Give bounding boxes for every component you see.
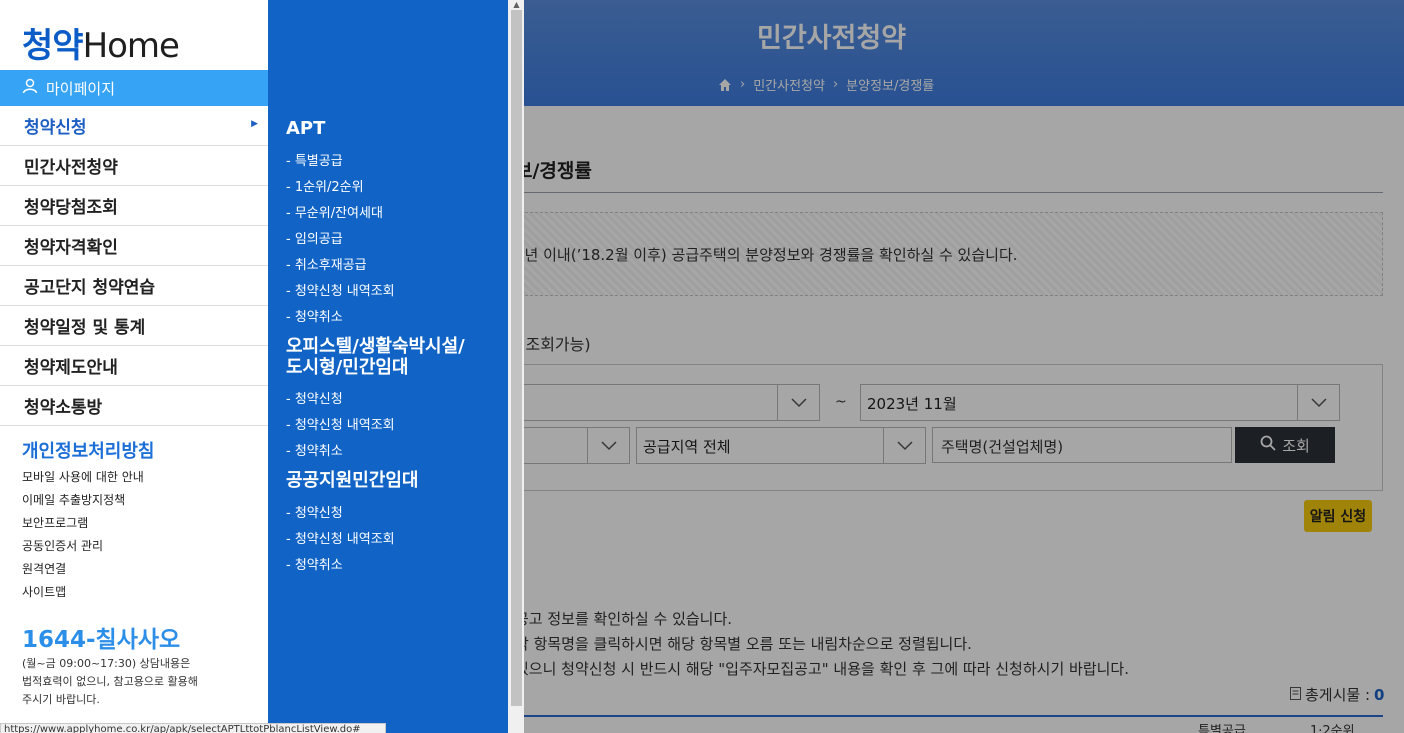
submenu-item[interactable]: - 청약신청 <box>286 502 343 521</box>
menu-item-label: 청약제도안내 <box>24 358 118 378</box>
menu-item-label: 청약신청 <box>24 118 87 138</box>
side-menu: 청약Home 마이페이지 청약신청 ▶ 민간사전청약 청약당첨조회 청약자격확인… <box>0 0 268 733</box>
call-center-hours: (월~금 09:00~17:30) 상담내용은 법적효력이 없으니, 참고용으로… <box>22 655 262 709</box>
menu-item-eligibility[interactable]: 청약자격확인 <box>0 226 268 266</box>
privacy-policy-link[interactable]: 개인정보처리방침 <box>22 437 154 463</box>
scrollbar-thumb[interactable] <box>511 10 522 706</box>
menu-item-label: 청약당첨조회 <box>24 198 118 218</box>
submenu-item[interactable]: - 청약신청 내역조회 <box>286 280 395 299</box>
menu-item-presale[interactable]: 민간사전청약 <box>0 146 268 186</box>
mypage-link[interactable]: 마이페이지 <box>0 70 268 106</box>
submenu-item[interactable]: - 취소후재공급 <box>286 254 367 273</box>
submenu-heading-public-rental[interactable]: 공공지원민간임대 <box>286 470 418 491</box>
scroll-up-arrow-icon[interactable]: ▲ <box>511 0 522 9</box>
menu-item-label: 청약자격확인 <box>24 238 118 258</box>
hours-line: (월~금 09:00~17:30) 상담내용은 <box>22 657 191 670</box>
submenu-item[interactable]: - 1순위/2순위 <box>286 176 364 195</box>
menu-item-label: 청약일정 및 통계 <box>24 318 146 338</box>
submenu-item[interactable]: - 청약신청 내역조회 <box>286 528 395 547</box>
submenu-heading-line: 도시형/민간임대 <box>286 357 409 378</box>
menu-item-practice[interactable]: 공고단지 청약연습 <box>0 266 268 306</box>
submenu-item[interactable]: - 무순위/잔여세대 <box>286 202 383 221</box>
footer-link[interactable]: 이메일 추출방지정책 <box>22 491 125 508</box>
logo-text-prefix: 청약 <box>22 26 84 66</box>
call-center-phone: 1644-칠사사오 <box>22 627 181 653</box>
menu-item-label: 공고단지 청약연습 <box>24 278 156 298</box>
submenu-item[interactable]: - 청약취소 <box>286 554 343 573</box>
hours-line: 법적효력이 없으니, 참고용으로 활용해 <box>22 675 198 688</box>
submenu-item[interactable]: - 임의공급 <box>286 228 343 247</box>
footer-link[interactable]: 모바일 사용에 대한 안내 <box>22 468 144 485</box>
menu-item-community[interactable]: 청약소통방 <box>0 386 268 426</box>
submenu-heading-officetel[interactable]: 오피스텔/생활숙박시설/ 도시형/민간임대 <box>286 336 465 378</box>
footer-link[interactable]: 사이트맵 <box>22 583 66 600</box>
menu-item-schedule[interactable]: 청약일정 및 통계 <box>0 306 268 346</box>
menu-item-label: 청약소통방 <box>24 398 103 418</box>
submenu-item[interactable]: - 특별공급 <box>286 150 343 169</box>
menu-item-apply[interactable]: 청약신청 ▶ <box>0 106 268 146</box>
footer-link[interactable]: 보안프로그램 <box>22 514 88 531</box>
hours-line: 주시기 바랍니다. <box>22 693 100 706</box>
submenu-item[interactable]: - 청약신청 내역조회 <box>286 414 395 433</box>
submenu-heading-apt[interactable]: APT <box>286 118 325 139</box>
menu-item-guide[interactable]: 청약제도안내 <box>0 346 268 386</box>
user-icon <box>22 78 38 98</box>
menu-item-label: 민간사전청약 <box>24 158 118 178</box>
submenu-item[interactable]: - 청약신청 <box>286 388 343 407</box>
footer-link[interactable]: 원격연결 <box>22 560 66 577</box>
caret-right-icon: ▶ <box>251 119 258 129</box>
logo-text-suffix: Home <box>82 26 180 66</box>
submenu-heading-line: 오피스텔/생활숙박시설/ <box>286 336 465 357</box>
status-bar-url: https://www.applyhome.co.kr/ap/apk/selec… <box>0 723 386 733</box>
submenu-item[interactable]: - 청약취소 <box>286 440 343 459</box>
footer-link[interactable]: 공동인증서 관리 <box>22 537 103 554</box>
submenu-item[interactable]: - 청약취소 <box>286 306 343 325</box>
mypage-label: 마이페이지 <box>46 79 116 98</box>
site-logo[interactable]: 청약Home <box>22 18 180 67</box>
menu-item-winner-check[interactable]: 청약당첨조회 <box>0 186 268 226</box>
